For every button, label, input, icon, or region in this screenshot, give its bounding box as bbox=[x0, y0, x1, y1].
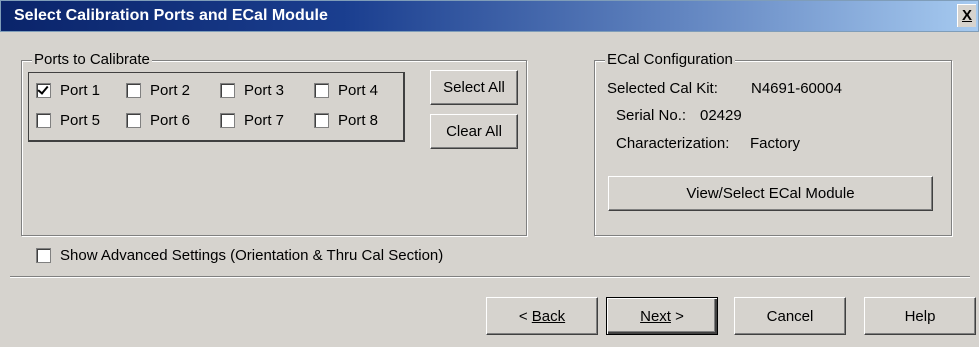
port-1-checkbox[interactable]: Port 1 bbox=[36, 82, 100, 99]
port-6-checkbox[interactable]: Port 6 bbox=[126, 112, 190, 129]
next-button-label: Next bbox=[640, 307, 671, 325]
port-5-checkbox[interactable]: Port 5 bbox=[36, 112, 100, 129]
characterization-label: Characterization: bbox=[616, 135, 730, 152]
show-advanced-settings-label: Show Advanced Settings (Orientation & Th… bbox=[60, 247, 444, 264]
checkbox-box[interactable] bbox=[36, 113, 51, 128]
port-3-label: Port 3 bbox=[244, 82, 285, 99]
checkbox-box[interactable] bbox=[314, 113, 329, 128]
port-1-label: Port 1 bbox=[60, 82, 101, 99]
port-7-label: Port 7 bbox=[244, 112, 285, 129]
serial-label: Serial No.: bbox=[616, 107, 687, 124]
checkbox-box[interactable] bbox=[220, 83, 235, 98]
checkbox-box[interactable] bbox=[36, 83, 51, 98]
back-arrow-icon: < bbox=[518, 307, 532, 325]
port-4-checkbox[interactable]: Port 4 bbox=[314, 82, 378, 99]
port-3-checkbox[interactable]: Port 3 bbox=[220, 82, 284, 99]
port-5-label: Port 5 bbox=[60, 112, 101, 129]
port-4-label: Port 4 bbox=[338, 82, 379, 99]
select-all-button[interactable]: Select All bbox=[430, 70, 518, 105]
characterization-value: Factory bbox=[750, 135, 801, 152]
port-2-checkbox[interactable]: Port 2 bbox=[126, 82, 190, 99]
checkbox-box[interactable] bbox=[314, 83, 329, 98]
close-icon[interactable]: X bbox=[957, 4, 976, 27]
port-7-checkbox[interactable]: Port 7 bbox=[220, 112, 284, 129]
show-advanced-settings-checkbox[interactable]: Show Advanced Settings (Orientation & Th… bbox=[36, 247, 443, 264]
back-button-label: Back bbox=[531, 307, 566, 325]
help-button[interactable]: Help bbox=[864, 297, 976, 335]
title-bar: Select Calibration Ports and ECal Module… bbox=[0, 0, 979, 32]
port-8-label: Port 8 bbox=[338, 112, 379, 129]
checkbox-box[interactable] bbox=[220, 113, 235, 128]
cancel-button[interactable]: Cancel bbox=[734, 297, 846, 335]
next-button[interactable]: Next > bbox=[606, 297, 718, 335]
selected-cal-kit-value: N4691-60004 bbox=[751, 80, 842, 97]
clear-all-button[interactable]: Clear All bbox=[430, 114, 518, 149]
back-button[interactable]: < Back bbox=[486, 297, 598, 335]
selected-cal-kit-label: Selected Cal Kit: bbox=[607, 80, 718, 97]
serial-value: 02429 bbox=[700, 107, 742, 124]
port-6-label: Port 6 bbox=[150, 112, 191, 129]
ecal-group-legend: ECal Configuration bbox=[605, 51, 735, 68]
checkbox-box[interactable] bbox=[36, 248, 51, 263]
checkbox-box[interactable] bbox=[126, 83, 141, 98]
port-8-checkbox[interactable]: Port 8 bbox=[314, 112, 378, 129]
ports-group-legend: Ports to Calibrate bbox=[32, 51, 152, 68]
port-2-label: Port 2 bbox=[150, 82, 191, 99]
window-title: Select Calibration Ports and ECal Module bbox=[14, 7, 328, 24]
separator bbox=[10, 276, 970, 278]
view-select-ecal-module-button[interactable]: View/Select ECal Module bbox=[608, 176, 933, 211]
checkbox-box[interactable] bbox=[126, 113, 141, 128]
next-arrow-icon: > bbox=[670, 307, 684, 325]
